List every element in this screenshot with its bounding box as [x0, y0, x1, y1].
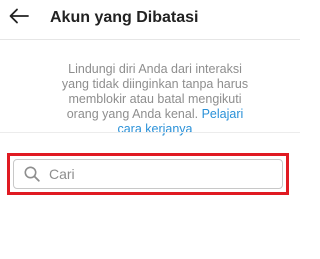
search-icon	[23, 165, 41, 183]
description: Lindungi diri Anda dari interaksi yang t…	[60, 62, 250, 137]
page-title: Akun yang Dibatasi	[50, 9, 199, 26]
header-divider	[0, 39, 300, 40]
back-button[interactable]	[4, 4, 34, 32]
restricted-accounts-screen: Akun yang Dibatasi Lindungi diri Anda da…	[0, 0, 300, 259]
section-divider	[0, 132, 300, 133]
header: Akun yang Dibatasi	[0, 0, 300, 40]
search-bar[interactable]	[13, 159, 283, 189]
search-input[interactable]	[49, 166, 269, 182]
arrow-left-icon	[9, 8, 29, 29]
